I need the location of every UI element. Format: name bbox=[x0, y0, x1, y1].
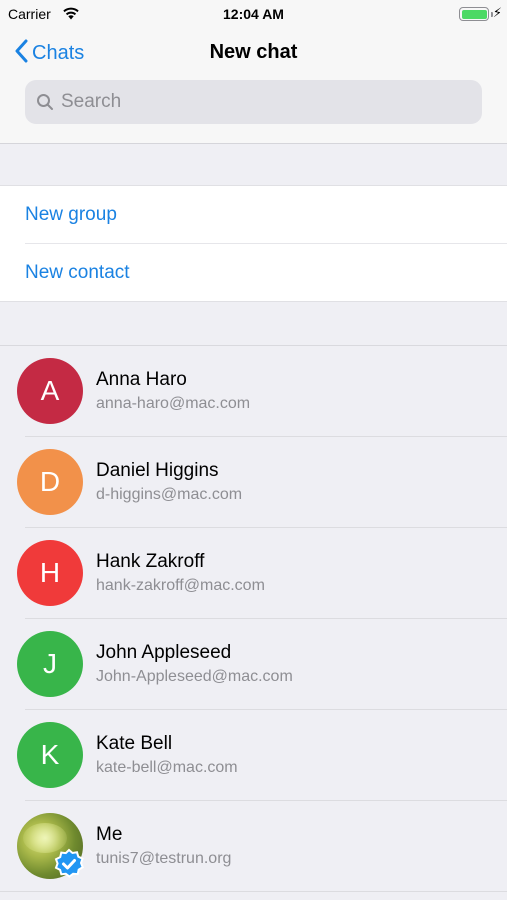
search-icon bbox=[35, 92, 55, 112]
contact-email: tunis7@testrun.org bbox=[96, 850, 232, 867]
contact-name: Hank Zakroff bbox=[96, 551, 205, 572]
contact-email: hank-zakroff@mac.com bbox=[96, 577, 265, 594]
verified-icon bbox=[53, 848, 85, 880]
contact-name: Me bbox=[96, 824, 123, 845]
contact-email: anna-haro@mac.com bbox=[96, 395, 251, 412]
contact-name: John Appleseed bbox=[96, 642, 232, 663]
avatar: H bbox=[17, 540, 83, 606]
contact-name: Daniel Higgins bbox=[96, 460, 219, 481]
avatar: J bbox=[17, 631, 83, 697]
contact-row-me[interactable]: Me tunis7@testrun.org bbox=[0, 801, 507, 892]
search-input[interactable] bbox=[61, 91, 461, 113]
contact-name: Anna Haro bbox=[96, 369, 187, 390]
contact-name: Kate Bell bbox=[96, 733, 173, 754]
avatar: D bbox=[17, 449, 83, 515]
battery-icon bbox=[459, 7, 489, 21]
contact-row[interactable]: J John Appleseed John-Appleseed@mac.com bbox=[0, 619, 507, 710]
actions-section: New group New contact bbox=[0, 185, 507, 302]
status-bar: Carrier 12:04 AM ⚡ bbox=[0, 0, 507, 28]
contact-email: John-Appleseed@mac.com bbox=[96, 668, 293, 685]
page-title: New chat bbox=[209, 41, 298, 63]
contact-email: kate-bell@mac.com bbox=[96, 759, 238, 776]
avatar: K bbox=[17, 722, 83, 788]
avatar: A bbox=[17, 358, 83, 424]
search-bar[interactable] bbox=[25, 80, 482, 124]
contact-row[interactable]: A Anna Haro anna-haro@mac.com bbox=[0, 346, 507, 437]
contact-email: d-higgins@mac.com bbox=[96, 486, 243, 503]
battery-level bbox=[461, 9, 487, 19]
contact-row[interactable]: H Hank Zakroff hank-zakroff@mac.com bbox=[0, 528, 507, 619]
charging-bolt-icon: ⚡ bbox=[492, 5, 502, 20]
contact-row[interactable]: D Daniel Higgins d-higgins@mac.com bbox=[0, 437, 507, 528]
status-time: 12:04 AM bbox=[223, 6, 284, 22]
new-group-button[interactable]: New group bbox=[25, 186, 507, 244]
new-contact-button[interactable]: New contact bbox=[0, 244, 507, 302]
contact-row[interactable]: K Kate Bell kate-bell@mac.com bbox=[0, 710, 507, 801]
contact-list: A Anna Haro anna-haro@mac.com D Daniel H… bbox=[0, 345, 507, 893]
navigation-bar: Chats New chat bbox=[0, 28, 507, 144]
divider bbox=[0, 891, 507, 892]
